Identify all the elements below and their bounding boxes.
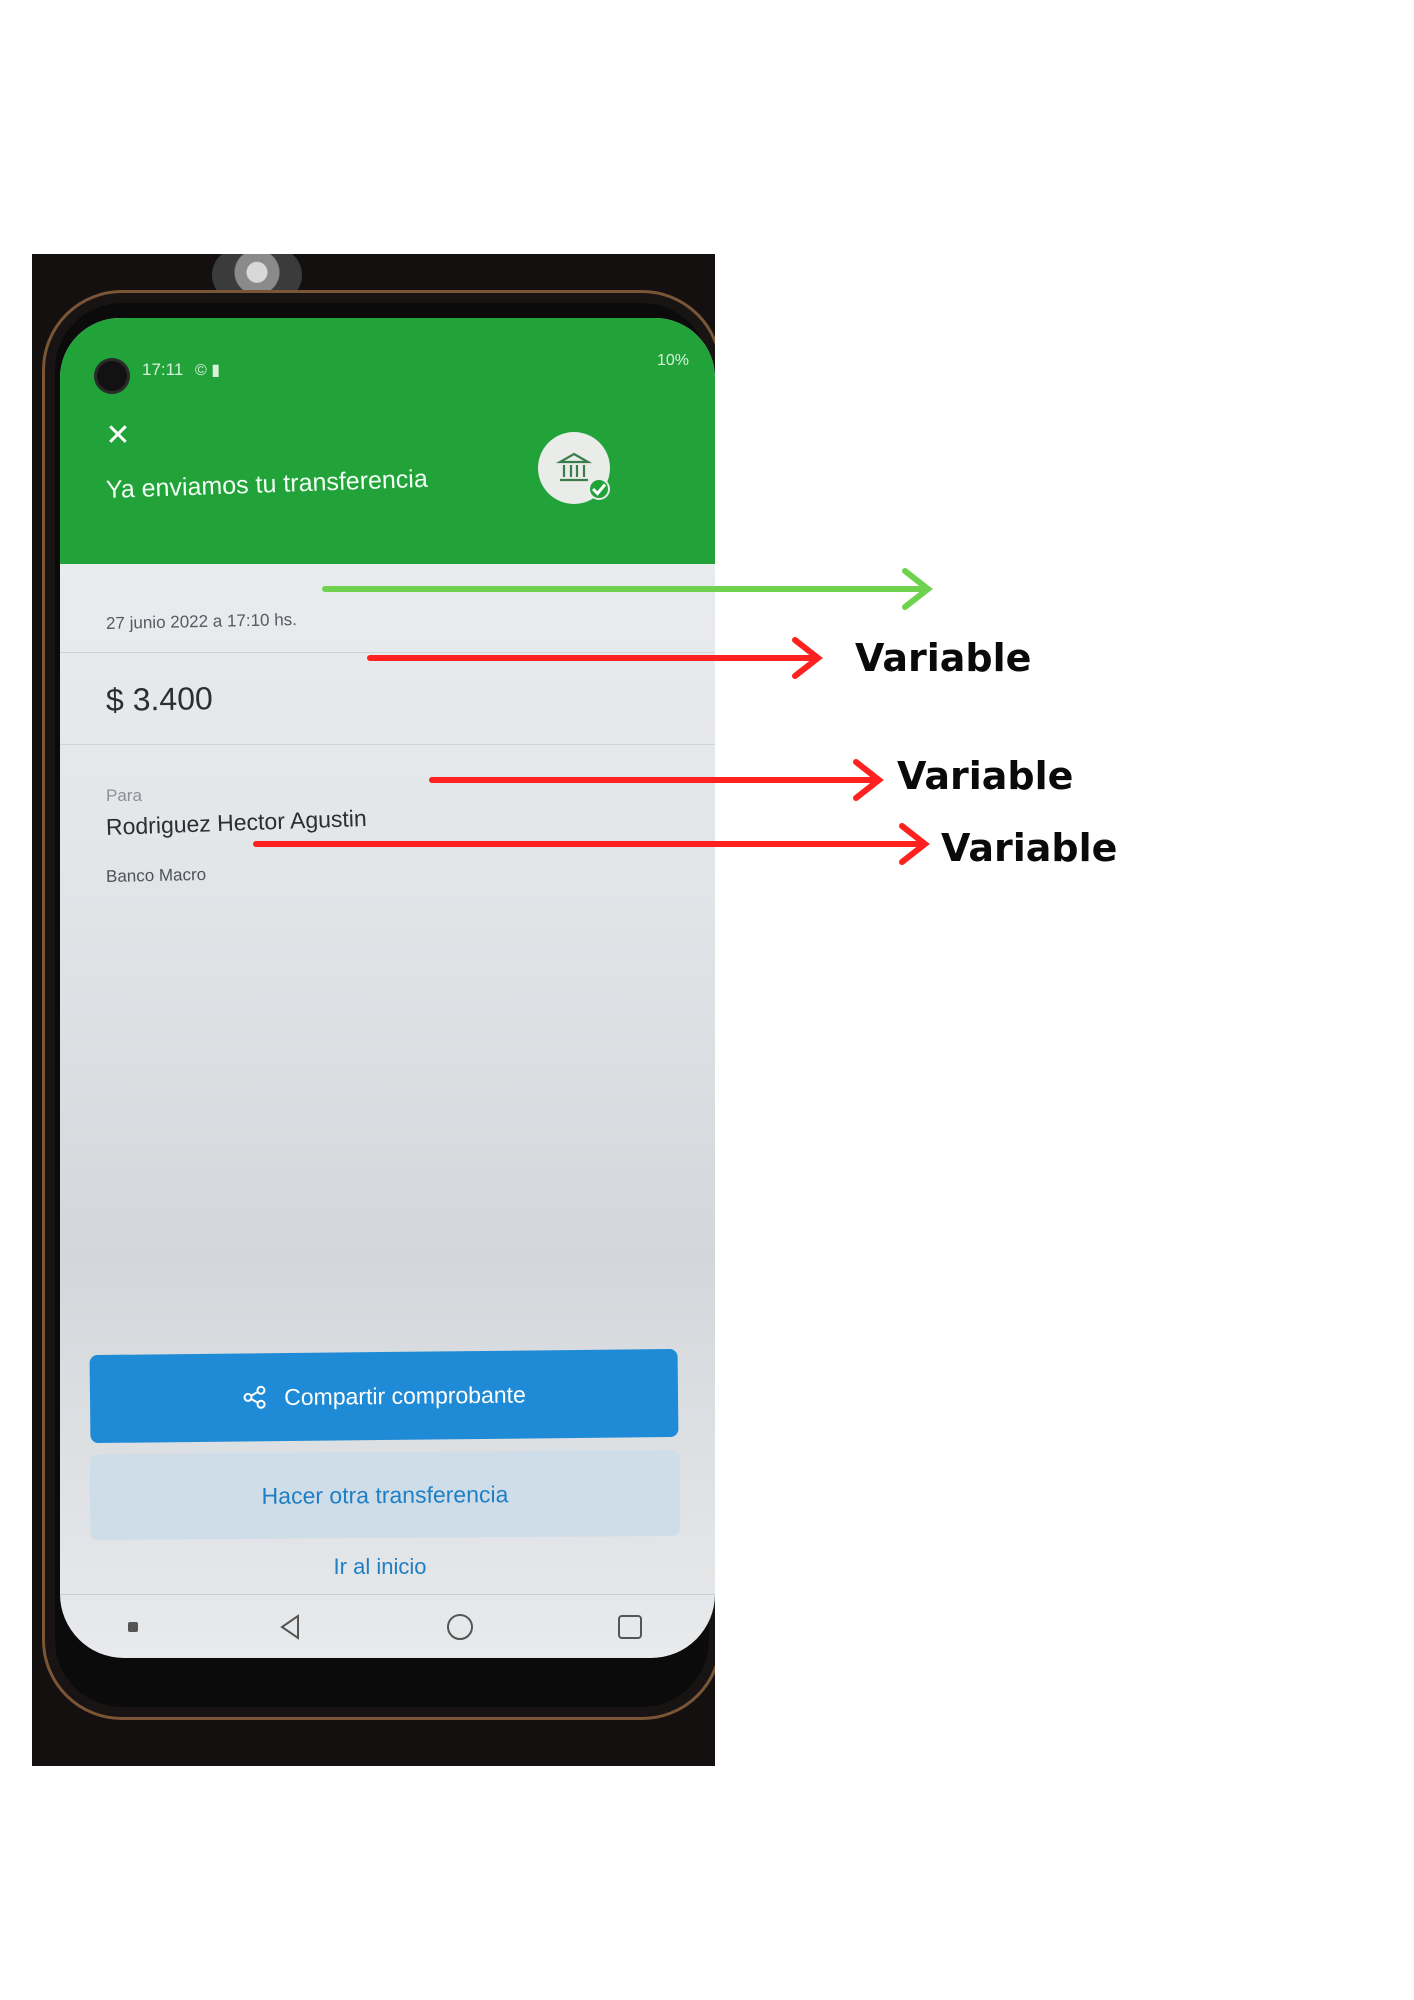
success-header: 17:11 © ▮ 10% ✕ Ya enviamos tu transfere…: [60, 318, 715, 564]
status-notification-icons: © ▮: [195, 362, 221, 379]
recipient-name: Rodriguez Hector Agustin: [105, 804, 368, 840]
divider: [60, 652, 715, 653]
transfer-amount: $ 3.400: [105, 680, 214, 718]
bank-variable-label: Variable: [941, 826, 1118, 870]
bank-badge: [538, 432, 610, 504]
receipt-content: 27 junio 2022 a 17:10 hs. $ 3.400 Para R…: [60, 564, 715, 1658]
status-time: 17:11: [142, 360, 184, 379]
nav-indicator-icon: [127, 1621, 138, 1632]
share-receipt-label: Compartir comprobante: [284, 1381, 526, 1410]
to-label: Para: [106, 786, 142, 805]
bank-icon: [556, 452, 592, 482]
share-icon: [243, 1385, 266, 1409]
canvas: 17:11 © ▮ 10% ✕ Ya enviamos tu transfere…: [0, 0, 1414, 2000]
phone-photo: 17:11 © ▮ 10% ✕ Ya enviamos tu transfere…: [32, 254, 715, 1766]
divider: [60, 744, 715, 745]
header-title: Ya enviamos tu transferencia: [105, 464, 429, 504]
back-icon[interactable]: [274, 1610, 308, 1644]
recipient-variable-label: Variable: [897, 754, 1074, 798]
new-transfer-label: Hacer otra transferencia: [261, 1480, 509, 1509]
home-icon[interactable]: [443, 1610, 477, 1644]
amount-variable-label: Variable: [855, 636, 1032, 680]
go-home-link[interactable]: Ir al inicio: [60, 1554, 700, 1580]
status-battery: 10%: [656, 352, 689, 369]
recipient-bank: Banco Macro: [105, 864, 207, 886]
check-icon: [588, 478, 610, 500]
front-camera: [94, 358, 130, 394]
new-transfer-button[interactable]: Hacer otra transferencia: [89, 1449, 681, 1541]
close-icon[interactable]: ✕: [104, 421, 132, 451]
transfer-date: 27 junio 2022 a 17:10 hs.: [105, 610, 298, 633]
android-nav-bar: [60, 1594, 715, 1658]
share-receipt-button[interactable]: Compartir comprobante: [89, 1348, 679, 1444]
phone-screen: 17:11 © ▮ 10% ✕ Ya enviamos tu transfere…: [60, 318, 715, 1658]
recents-icon[interactable]: [613, 1610, 647, 1644]
